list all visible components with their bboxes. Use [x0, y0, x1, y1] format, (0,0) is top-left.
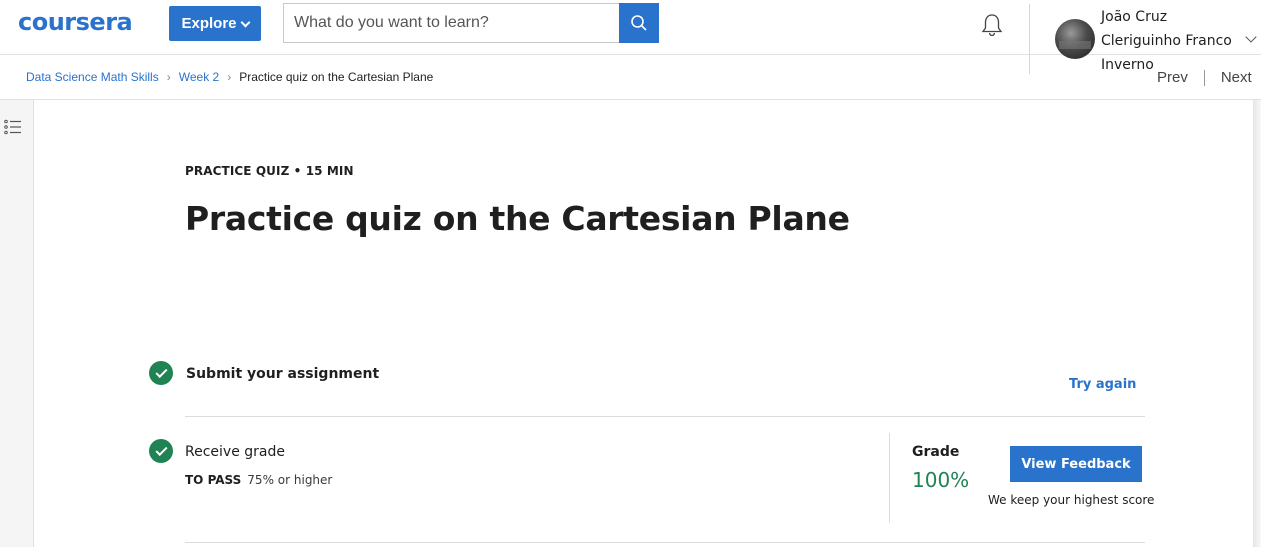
- highest-score-note: We keep your highest score: [988, 493, 1155, 507]
- header-bottom-border: [0, 99, 1261, 100]
- left-sidebar-rail: [0, 100, 34, 547]
- explore-label: Explore: [181, 15, 237, 32]
- user-name[interactable]: João Cruz Cleriguinho Franco Inverno: [1101, 5, 1236, 77]
- avatar[interactable]: [1055, 19, 1095, 59]
- divider: [185, 542, 1145, 543]
- grade-label: Grade: [912, 444, 960, 460]
- check-icon: [149, 361, 173, 385]
- scroll-gutter: [1253, 100, 1261, 547]
- chevron-down-icon: [240, 17, 250, 27]
- quiz-kicker: PRACTICE QUIZ • 15 MIN: [185, 164, 354, 178]
- view-feedback-button[interactable]: View Feedback: [1010, 446, 1142, 482]
- search-bar: [283, 3, 659, 43]
- chevron-right-icon: ›: [166, 70, 171, 84]
- grade-value: 100%: [912, 468, 970, 492]
- breadcrumb-current: Practice quiz on the Cartesian Plane: [239, 70, 434, 84]
- divider: [185, 416, 1145, 417]
- search-button[interactable]: [619, 3, 659, 43]
- bell-icon[interactable]: [979, 12, 1005, 38]
- to-pass-value: 75% or higher: [247, 473, 333, 487]
- try-again-link[interactable]: Try again: [1069, 377, 1136, 392]
- receive-step-label: Receive grade: [185, 444, 285, 460]
- page-title: Practice quiz on the Cartesian Plane: [185, 199, 850, 238]
- nav-divider: [1203, 69, 1205, 86]
- grade-divider: [889, 433, 890, 523]
- to-pass-label: TO PASS: [185, 473, 242, 487]
- search-input[interactable]: [284, 4, 619, 42]
- breadcrumb-course[interactable]: Data Science Math Skills: [26, 70, 159, 84]
- submit-step-label: Submit your assignment: [186, 366, 380, 382]
- search-icon: [631, 15, 647, 31]
- next-button[interactable]: Next: [1221, 69, 1252, 86]
- check-icon: [149, 439, 173, 463]
- explore-button[interactable]: Explore: [169, 6, 261, 41]
- coursera-logo[interactable]: coursera: [18, 8, 133, 36]
- prev-button[interactable]: Prev: [1157, 69, 1188, 86]
- breadcrumb-week[interactable]: Week 2: [179, 70, 219, 84]
- list-icon[interactable]: [4, 119, 22, 135]
- header-divider: [1029, 4, 1030, 74]
- chevron-right-icon: ›: [227, 70, 232, 84]
- pass-requirement: TO PASS 75% or higher: [185, 473, 332, 487]
- prev-next-nav: Prev Next: [1157, 69, 1252, 86]
- breadcrumb: Data Science Math Skills › Week 2 › Prac…: [26, 70, 433, 84]
